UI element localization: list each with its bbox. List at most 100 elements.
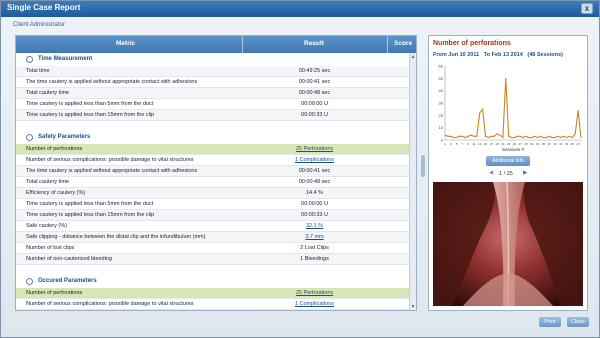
expand-radio-icon[interactable] bbox=[26, 134, 33, 141]
table-row[interactable]: Time cautery is applied less than 5mm fr… bbox=[16, 199, 410, 210]
session-count: (48 Sessions) bbox=[527, 52, 563, 58]
table-row[interactable]: Efficiency of cautery (%) 14.4 % bbox=[16, 188, 410, 199]
expand-radio-icon[interactable] bbox=[26, 278, 33, 285]
print-button[interactable]: Print bbox=[539, 317, 561, 327]
data-point bbox=[490, 135, 492, 137]
x-tick-label: 27 bbox=[519, 142, 523, 146]
data-point bbox=[519, 135, 521, 137]
window-title: Single Case Report bbox=[7, 3, 81, 12]
expand-radio-icon[interactable] bbox=[26, 56, 33, 63]
result-link[interactable]: 1 Complications bbox=[242, 157, 387, 163]
result-link[interactable]: 25 Perforations bbox=[242, 146, 387, 152]
table-row[interactable]: Time cautery is applied less than 15mm f… bbox=[16, 210, 410, 221]
close-button[interactable]: Close bbox=[567, 317, 589, 327]
data-point bbox=[525, 135, 527, 137]
x-tick-label: 1 bbox=[444, 142, 446, 146]
metric-label: Number of non-cauterized bleeding bbox=[26, 256, 112, 262]
data-point bbox=[508, 135, 510, 137]
metric-label: Total cautery time bbox=[26, 90, 70, 96]
table-row[interactable]: Number of non-cauterized bleeding 1 Bleed… bbox=[16, 254, 410, 265]
result-value: 00:00:33 U bbox=[301, 212, 328, 218]
data-point bbox=[528, 137, 530, 139]
table-row[interactable]: Number of serious complications: possibl… bbox=[16, 155, 410, 166]
previous-icon[interactable]: ◀ bbox=[489, 170, 493, 176]
data-point bbox=[476, 135, 478, 137]
result-link[interactable]: 1 Complications bbox=[242, 301, 387, 307]
result-link[interactable]: 32.1 % bbox=[242, 223, 387, 229]
table-row[interactable]: Total time 00:49:25 sec bbox=[16, 66, 410, 77]
section-header[interactable]: Occured Parameters bbox=[16, 275, 410, 288]
table-row[interactable]: Number of lost clips 2 Lost Clips bbox=[16, 243, 410, 254]
table-row[interactable]: Total cautery time 00:00:48 sec bbox=[16, 88, 410, 99]
data-point bbox=[473, 135, 475, 137]
table-header: Metric Result Score bbox=[16, 36, 416, 53]
range-to: To Feb 13 2014 bbox=[483, 52, 523, 58]
x-tick-label: 25 bbox=[513, 142, 517, 146]
table-row[interactable]: Number of serious complications: possibl… bbox=[16, 299, 410, 310]
perforations-panel: Number of perforations From Jun 10 2011 … bbox=[428, 35, 588, 311]
table-row[interactable]: Total cautery time 00:00:48 sec bbox=[16, 177, 410, 188]
additional-info-button[interactable]: Additional Info bbox=[486, 156, 530, 166]
x-tick-label: 19 bbox=[495, 142, 499, 146]
data-point bbox=[505, 77, 507, 79]
title-bar: Single Case Report x bbox=[1, 1, 599, 17]
x-tick-label: 15 bbox=[484, 142, 488, 146]
metrics-table: Metric Result Score Time Measurement Tota… bbox=[15, 35, 417, 311]
chart-title: Number of perforations bbox=[433, 40, 511, 47]
next-icon[interactable]: ▶ bbox=[523, 170, 527, 176]
x-tick-label: 37 bbox=[547, 142, 551, 146]
data-point bbox=[542, 137, 544, 139]
x-tick-label: 41 bbox=[559, 142, 563, 146]
table-row[interactable]: Time cautery is applied less than 5mm fr… bbox=[16, 99, 410, 110]
x-tick-label: 39 bbox=[553, 142, 557, 146]
panel-splitter[interactable] bbox=[421, 35, 425, 311]
scroll-down-icon[interactable]: ▼ bbox=[410, 304, 416, 310]
section-header[interactable]: Safety Parameters bbox=[16, 131, 410, 144]
metric-label: Safe clipping - distance between the dis… bbox=[26, 234, 206, 240]
metric-label: The time cautery is applied without appr… bbox=[26, 79, 198, 85]
metric-label: Number of perforations bbox=[26, 146, 83, 152]
data-point bbox=[563, 135, 565, 137]
result-value: 1 Bleedings bbox=[300, 256, 329, 262]
table-row[interactable]: The time cautery is applied without appr… bbox=[16, 310, 410, 311]
series-line bbox=[444, 78, 582, 139]
table-row[interactable]: The time cautery is applied without appr… bbox=[16, 166, 410, 177]
page-indicator: 1 / 25 bbox=[499, 171, 513, 177]
data-point bbox=[493, 135, 495, 137]
metric-label: Efficiency of cautery (%) bbox=[26, 190, 86, 196]
result-value: 00:00:41 sec bbox=[298, 79, 331, 85]
user-label: Client Administrator bbox=[13, 22, 66, 28]
result-link[interactable]: 3.7 mm bbox=[242, 234, 387, 240]
table-row[interactable]: Time cautery is applied less than 15mm f… bbox=[16, 110, 410, 121]
metric-label: The time cautery is applied without appr… bbox=[26, 168, 198, 174]
close-icon[interactable]: x bbox=[581, 3, 593, 14]
table-row[interactable]: Safe clipping - distance between the dis… bbox=[16, 232, 410, 243]
data-point bbox=[482, 108, 484, 110]
section-header[interactable]: Time Measurement bbox=[16, 53, 410, 66]
table-row[interactable]: Safe cautery (%) 32.1 % bbox=[16, 221, 410, 232]
result-value: 00:00:00 U bbox=[301, 201, 328, 207]
x-tick-label: 13 bbox=[478, 142, 482, 146]
data-point bbox=[458, 135, 460, 137]
data-point bbox=[580, 137, 582, 139]
result-value: 00:00:48 sec bbox=[298, 90, 331, 96]
x-tick-label: 43 bbox=[565, 142, 569, 146]
vertical-scrollbar[interactable]: ▲ ▼ bbox=[409, 53, 416, 310]
data-point bbox=[456, 137, 458, 139]
data-point bbox=[522, 137, 524, 139]
data-point bbox=[568, 135, 570, 137]
table-row[interactable]: Number of perforations 25 Perforations bbox=[16, 288, 410, 299]
table-row[interactable]: The time cautery is applied without appr… bbox=[16, 77, 410, 88]
splitter-grip-icon[interactable] bbox=[421, 155, 425, 177]
data-point bbox=[534, 135, 536, 137]
x-tick-label: 29 bbox=[524, 142, 528, 146]
table-row[interactable]: Number of perforations 25 Perforations bbox=[16, 144, 410, 155]
scroll-up-icon[interactable]: ▲ bbox=[410, 54, 416, 60]
data-point bbox=[502, 137, 504, 139]
x-tick-label: 21 bbox=[501, 142, 505, 146]
metric-label: Number of serious complications: possibl… bbox=[26, 301, 194, 307]
metric-label: Total time bbox=[26, 68, 50, 74]
y-tick-label: 20 bbox=[439, 113, 444, 118]
score-column-header: Score bbox=[394, 40, 413, 47]
result-link[interactable]: 25 Perforations bbox=[242, 290, 387, 296]
